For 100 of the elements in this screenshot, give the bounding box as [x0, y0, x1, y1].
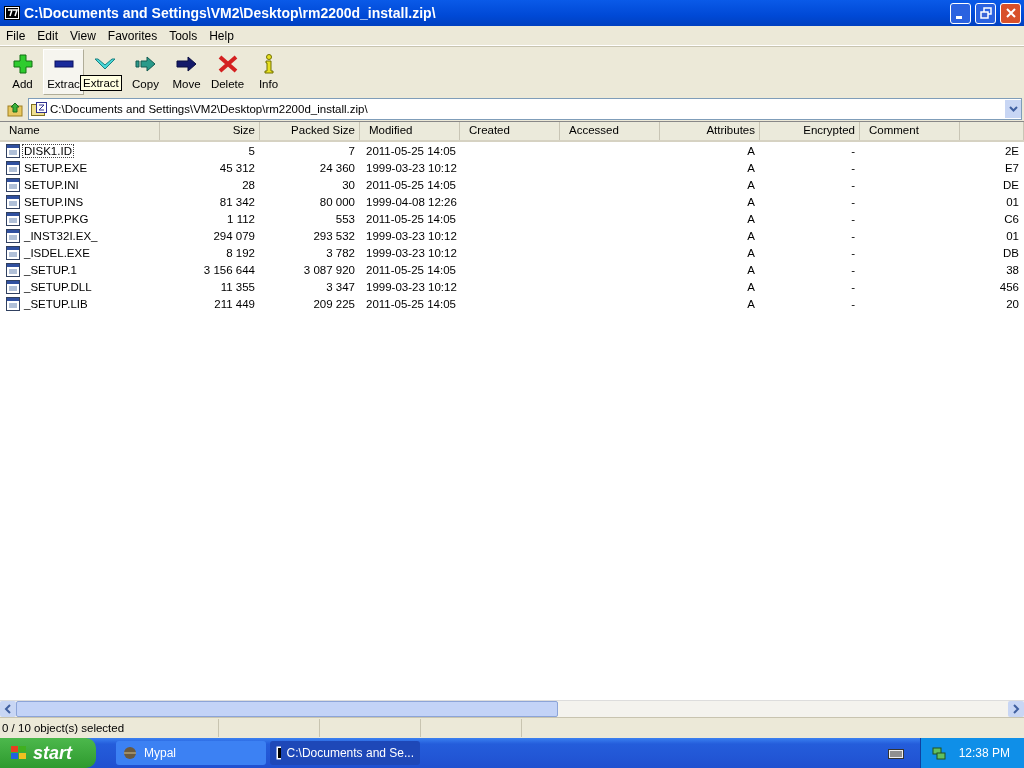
table-cell: 293 532 — [313, 229, 355, 242]
file-name[interactable]: SETUP.PKG — [22, 211, 91, 226]
table-cell: 5 — [248, 144, 255, 157]
file-icon — [6, 245, 20, 260]
toolbar-button[interactable]: Move — [166, 49, 207, 95]
menu-item[interactable]: Favorites — [101, 28, 164, 43]
clock: 12:38 PM — [958, 746, 1010, 760]
dropdown-button[interactable] — [1005, 100, 1021, 118]
table-cell: A — [747, 229, 755, 242]
column-header[interactable]: Name — [0, 122, 160, 140]
plus-icon — [10, 53, 35, 75]
table-cell: A — [747, 280, 755, 293]
network-icon — [930, 745, 947, 761]
table-cell: 7 — [348, 144, 355, 157]
file-name[interactable]: _SETUP.DLL — [22, 279, 94, 294]
column-header[interactable]: Comment — [860, 122, 960, 140]
toolbar-button[interactable]: Add — [2, 49, 43, 95]
file-icon — [6, 177, 20, 192]
restore-button[interactable] — [975, 2, 996, 24]
column-header[interactable]: Packed Size — [260, 122, 360, 140]
window-title: C:\Documents and Settings\VM2\Desktop\rm2200d_install.zip\ — [24, 5, 436, 21]
horizontal-scrollbar[interactable] — [0, 700, 1024, 717]
table-cell: - — [851, 212, 855, 225]
table-cell: 209 225 — [313, 297, 355, 310]
table-cell: A — [747, 263, 755, 276]
table-cell: 1999-03-23 10:12 — [366, 161, 457, 174]
taskbar-button[interactable]: Mypal — [116, 741, 266, 765]
file-name[interactable]: _SETUP.1 — [22, 262, 79, 277]
table-cell: 3 156 644 — [203, 263, 255, 276]
table-cell: - — [851, 263, 855, 276]
toolbar-button[interactable]: Extrac — [43, 49, 84, 95]
right-arrow-icon — [133, 53, 158, 75]
table-cell: 2011-05-25 14:05 — [366, 178, 456, 191]
table-cell: - — [851, 297, 855, 310]
table-cell: 24 360 — [319, 161, 355, 174]
table-cell: - — [851, 161, 855, 174]
file-icon — [6, 262, 20, 277]
table-cell: 2011-05-25 14:05 — [366, 144, 456, 157]
menu-item[interactable]: Tools — [163, 28, 204, 43]
table-cell: 1999-03-23 10:12 — [366, 229, 457, 242]
table-cell: A — [747, 297, 755, 310]
file-name[interactable]: SETUP.EXE — [22, 160, 90, 175]
taskbar-button[interactable]: C:\Documents and Se... — [270, 741, 420, 765]
table-cell: 456 — [999, 280, 1019, 293]
menu-item[interactable]: Help — [203, 28, 240, 43]
column-header[interactable]: Modified — [360, 122, 460, 140]
table-cell: 3 347 — [326, 280, 355, 293]
table-cell: DB — [1003, 246, 1019, 259]
table-cell: - — [851, 178, 855, 191]
menu-item[interactable]: Edit — [31, 28, 65, 43]
table-cell: 1999-03-23 10:12 — [366, 280, 457, 293]
column-header[interactable]: Encrypted — [760, 122, 860, 140]
column-header[interactable]: Created — [460, 122, 560, 140]
table-cell: - — [851, 144, 855, 157]
table-cell: 3 087 920 — [303, 263, 355, 276]
address-field[interactable]: C:\Documents and Settings\VM2\Desktop\rm2200d_install.zip\ — [28, 98, 1022, 120]
table-cell: 45 312 — [219, 161, 255, 174]
file-icon — [6, 143, 20, 158]
file-icon — [6, 296, 20, 311]
table-cell: C6 — [1004, 212, 1019, 225]
toolbar-button[interactable]: Copy — [125, 49, 166, 95]
column-header[interactable]: Size — [160, 122, 260, 140]
chevron-left-icon — [4, 704, 12, 714]
tooltip: Extract — [80, 75, 122, 91]
menu-item[interactable]: View — [64, 28, 102, 43]
windows-logo-icon — [10, 745, 28, 761]
minimize-button[interactable] — [950, 2, 971, 24]
file-name[interactable]: DISK1.ID — [22, 143, 74, 158]
table-cell: 211 449 — [214, 297, 255, 310]
right-arrow-icon — [174, 53, 199, 75]
table-cell: 2011-05-25 14:05 — [366, 297, 456, 310]
table-cell: 01 — [1006, 195, 1019, 208]
chevron-down-icon — [1008, 106, 1018, 112]
column-header[interactable]: Attributes — [660, 122, 760, 140]
table-cell: 20 — [1006, 297, 1019, 310]
close-button[interactable] — [1000, 2, 1021, 24]
table-cell: 01 — [1006, 229, 1019, 242]
table-cell: - — [851, 195, 855, 208]
toolbar-button[interactable]: Delete — [207, 49, 248, 95]
menu-item[interactable]: File — [0, 28, 32, 43]
file-name[interactable]: _INST32I.EX_ — [22, 228, 100, 243]
table-cell: 30 — [342, 178, 355, 191]
file-name[interactable]: SETUP.INI — [22, 177, 81, 192]
table-cell: 1999-04-08 12:26 — [366, 195, 457, 208]
table-cell: 8 192 — [226, 246, 255, 259]
toolbar-button[interactable]: Info — [248, 49, 289, 95]
table-cell: 1999-03-23 10:12 — [366, 246, 457, 259]
keyboard-icon — [887, 747, 904, 759]
table-cell: - — [851, 229, 855, 242]
table-cell: 2011-05-25 14:05 — [366, 263, 456, 276]
close-icon — [1004, 7, 1017, 19]
column-header[interactable]: Accessed — [560, 122, 660, 140]
table-cell: A — [747, 212, 755, 225]
table-cell: A — [747, 246, 755, 259]
minimize-icon — [955, 15, 962, 19]
table-cell: 1 112 — [227, 212, 255, 225]
status-text: 0 / 10 object(s) selected — [0, 719, 219, 737]
file-name[interactable]: _SETUP.LIB — [22, 296, 90, 311]
file-name[interactable]: SETUP.INS — [22, 194, 86, 209]
file-name[interactable]: _ISDEL.EXE — [22, 245, 92, 260]
